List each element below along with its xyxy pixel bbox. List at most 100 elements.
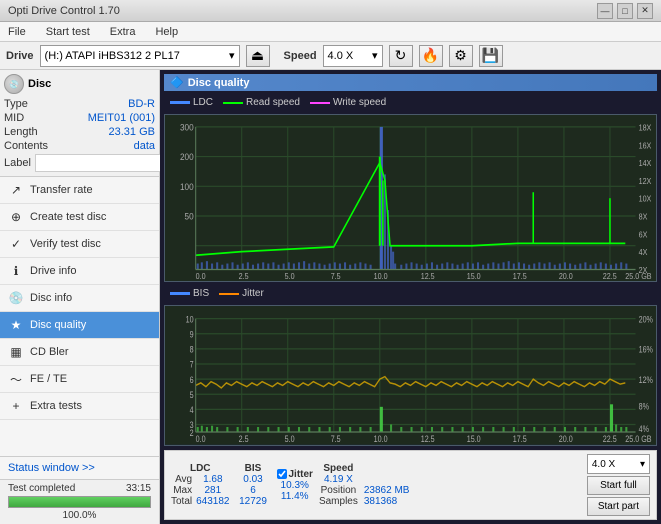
svg-text:20.0: 20.0 [559,271,573,281]
window-controls: — □ ✕ [597,3,653,19]
svg-text:0.0: 0.0 [196,271,206,281]
legend-read-speed: Read speed [223,97,300,108]
disc-mid-row: MID MEIT01 (001) [4,112,155,124]
avg-bis: 0.03 [243,474,262,485]
disc-quality-header: 🔷 Disc quality [164,74,657,91]
progress-time: 33:15 [126,483,151,494]
svg-text:20.0: 20.0 [559,435,573,445]
svg-text:4X: 4X [639,248,648,258]
disc-quality-title: Disc quality [188,77,250,89]
svg-text:25.0 GB: 25.0 GB [625,271,651,281]
cd-bler-icon: ▦ [8,344,24,360]
svg-text:5.0: 5.0 [285,435,295,445]
menu-extra[interactable]: Extra [106,24,140,40]
legend-write-speed: Write speed [310,97,386,108]
eject-button[interactable]: ⏏ [246,45,270,67]
start-part-button[interactable]: Start part [587,497,650,516]
start-full-button[interactable]: Start full [587,476,650,495]
svg-text:9: 9 [190,330,194,340]
avg-label: Avg [175,474,192,485]
menu-file[interactable]: File [4,24,30,40]
progress-status: Test completed [8,483,75,494]
nav-disc-info[interactable]: 💿 Disc info [0,285,159,312]
jitter-checkbox[interactable] [277,469,287,479]
svg-text:15.0: 15.0 [467,271,481,281]
speed-selector[interactable]: 4.0 X ▾ [323,45,383,67]
total-label: Total [171,496,192,507]
speed-label: Speed [284,50,317,62]
top-chart-svg: 300 200 100 50 18X 16X 14X 12X 10X 8X 6X… [165,115,656,281]
svg-text:50: 50 [185,211,194,222]
close-button[interactable]: ✕ [637,3,653,19]
blank2 [364,474,367,485]
status-window-link[interactable]: Status window >> [0,456,159,479]
create-test-disc-icon: ⊕ [8,209,24,225]
fe-te-icon: 〜 [8,371,24,387]
legend-bis: BIS [170,288,209,299]
svg-text:7.5: 7.5 [331,435,341,445]
nav-cd-bler[interactable]: ▦ CD Bler [0,339,159,366]
avg-ldc: 1.68 [203,474,222,485]
nav-drive-info[interactable]: ℹ Drive info [0,258,159,285]
main-layout: 💿 Disc Type BD-R MID MEIT01 (001) Length… [0,70,661,524]
svg-text:2: 2 [190,428,194,438]
menu-bar: File Start test Extra Help [0,22,661,42]
verify-test-disc-icon: ✓ [8,236,24,252]
chart-speed-selector[interactable]: 4.0 X ▾ [587,454,650,474]
extra-tests-icon: + [8,398,24,414]
nav-transfer-rate[interactable]: ↗ Transfer rate [0,177,159,204]
max-ldc: 281 [204,485,221,496]
disc-label-input[interactable] [35,154,173,172]
nav-extra-tests[interactable]: + Extra tests [0,393,159,420]
legend-ldc: LDC [170,97,213,108]
svg-text:100: 100 [180,181,194,192]
settings-button[interactable]: ⚙ [449,45,473,67]
drive-selector[interactable]: (H:) ATAPI iHBS312 2 PL17 ▾ [40,45,240,67]
svg-text:17.5: 17.5 [513,271,527,281]
progress-percent: 100.0% [8,510,151,521]
minimize-button[interactable]: — [597,3,613,19]
bis-header: BIS [245,463,262,474]
app-title: Opti Drive Control 1.70 [8,5,120,17]
max-label: Max [173,485,192,496]
burn-button[interactable]: 🔥 [419,45,443,67]
disc-info-icon: 💿 [8,290,24,306]
drive-toolbar: Drive (H:) ATAPI iHBS312 2 PL17 ▾ ⏏ Spee… [0,42,661,70]
svg-text:2.5: 2.5 [239,435,249,445]
svg-text:4: 4 [190,406,194,416]
nav-disc-quality[interactable]: ★ Disc quality [0,312,159,339]
svg-text:18X: 18X [639,123,652,133]
jitter-stats: Jitter 10.3% 11.4% [277,469,313,502]
total-ldc: 643182 [196,496,229,507]
position-label: Position [321,485,357,496]
total-bis: 12729 [239,496,267,507]
position-values: 23862 MB 381368 [364,463,410,507]
left-panel: 💿 Disc Type BD-R MID MEIT01 (001) Length… [0,70,160,524]
nav-list: ↗ Transfer rate ⊕ Create test disc ✓ Ver… [0,177,159,420]
nav-fe-te[interactable]: 〜 FE / TE [0,366,159,393]
menu-help[interactable]: Help [151,24,182,40]
refresh-button[interactable]: ↻ [389,45,413,67]
svg-text:10X: 10X [639,194,652,204]
position-value: 23862 MB [364,485,410,496]
svg-text:17.5: 17.5 [513,435,527,445]
speed-stats: Speed 4.19 X Position Samples [319,463,358,507]
legend-jitter: Jitter [219,288,264,299]
svg-text:25.0 GB: 25.0 GB [625,435,651,445]
samples-value: 381368 [364,496,397,507]
disc-header: 💿 Disc [4,74,155,94]
nav-create-test-disc[interactable]: ⊕ Create test disc [0,204,159,231]
bottom-chart-svg: 10 9 8 7 6 5 4 3 2 20% 16% 12% 8% 4% 0.0… [165,306,656,445]
control-buttons: 4.0 X ▾ Start full Start part [587,454,650,516]
svg-text:4%: 4% [639,425,649,435]
svg-text:200: 200 [180,152,194,163]
bis-stats: BIS 0.03 6 12729 [236,463,271,507]
save-button[interactable]: 💾 [479,45,503,67]
speed-header: Speed [323,463,353,474]
menu-start-test[interactable]: Start test [42,24,94,40]
progress-bar-inner [9,497,150,507]
maximize-button[interactable]: □ [617,3,633,19]
title-bar: Opti Drive Control 1.70 — □ ✕ [0,0,661,22]
nav-verify-test-disc[interactable]: ✓ Verify test disc [0,231,159,258]
bottom-chart-legend: BIS Jitter [164,286,657,301]
